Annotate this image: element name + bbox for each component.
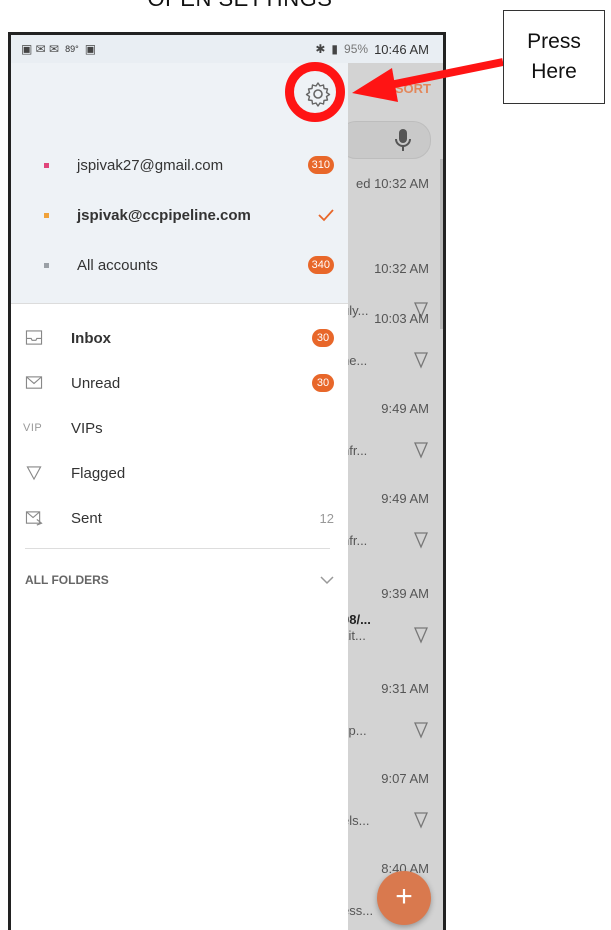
mail-row[interactable]: 9:07 AM els... — [342, 763, 443, 853]
envelope-icon — [25, 376, 43, 389]
account-color-dot — [44, 262, 49, 268]
phone-screen: ▣ ✉ ✉ 89° ▣ ✱ ▮ 95% 10:46 AM SORT ed 10:… — [8, 32, 446, 930]
folder-label: Flagged — [71, 464, 126, 482]
battery-level: 95% — [344, 42, 369, 56]
folder-label: VIPs — [71, 419, 103, 437]
status-left: ▣ ✉ ✉ 89° ▣ — [21, 42, 96, 56]
mail-time: 9:49 AM — [381, 491, 429, 506]
mail-row[interactable]: 9:31 AM sp... — [342, 673, 443, 763]
unread-badge: 340 — [307, 256, 334, 274]
notification-icons: ▣ ✉ ✉ — [21, 42, 60, 56]
temperature: 89° — [65, 44, 79, 54]
flag-icon[interactable] — [413, 626, 429, 644]
account-color-dot — [44, 162, 49, 168]
bluetooth-icon: ✱ — [315, 42, 326, 56]
folder-count: 12 — [319, 510, 334, 526]
highlight-ring — [285, 62, 345, 122]
mail-row[interactable]: 10:03 AM he... — [342, 303, 443, 393]
account-label: jspivak27@gmail.com — [77, 156, 224, 174]
unread-badge: 30 — [312, 374, 334, 392]
status-bar: ▣ ✉ ✉ 89° ▣ ✱ ▮ 95% 10:46 AM — [11, 35, 443, 63]
folder-item-flagged[interactable]: Flagged — [11, 453, 348, 493]
account-label: All accounts — [77, 256, 158, 274]
mail-time: 9:39 AM — [381, 586, 429, 601]
mail-time: 10:03 AM — [374, 311, 429, 326]
inbox-icon — [25, 330, 43, 345]
account-item[interactable]: All accounts 340 — [11, 245, 348, 285]
folder-label: Unread — [71, 374, 121, 392]
all-folders-label[interactable]: ALL FOLDERS — [25, 573, 109, 587]
folder-item-sent[interactable]: Sent 12 — [11, 498, 348, 538]
account-label: jspivak@ccpipeline.com — [77, 206, 251, 224]
mail-row[interactable]: 9:39 AM 08/... xit... — [342, 578, 443, 668]
compose-button[interactable]: + — [377, 871, 431, 925]
status-right: ✱ ▮ 95% 10:46 AM — [315, 42, 429, 57]
mail-time: ed 10:32 AM — [356, 176, 429, 191]
folder-label: Inbox — [71, 329, 111, 347]
mail-time: 10:32 AM — [374, 261, 429, 276]
flag-icon[interactable] — [413, 441, 429, 459]
check-icon — [318, 209, 334, 222]
unread-badge: 30 — [312, 329, 334, 347]
folders-divider — [25, 548, 330, 549]
signal-icon: ▮ — [331, 42, 339, 56]
folder-label: Sent — [71, 509, 102, 527]
mail-time: 9:07 AM — [381, 771, 429, 786]
flag-icon[interactable] — [413, 351, 429, 369]
flag-icon[interactable] — [413, 531, 429, 549]
folder-item-inbox[interactable]: Inbox 30 — [11, 318, 348, 358]
folder-item-vips[interactable]: VIP VIPs — [11, 408, 348, 448]
mail-row[interactable]: ed 10:32 AM — [348, 168, 443, 258]
flag-icon[interactable] — [413, 721, 429, 739]
mail-time: 9:31 AM — [381, 681, 429, 696]
activity-icon: ▣ — [84, 42, 97, 56]
account-color-dot — [44, 212, 49, 218]
mail-row[interactable]: 9:49 AM nfr... — [342, 483, 443, 573]
unread-badge: 310 — [307, 156, 334, 174]
mail-time: 9:49 AM — [381, 401, 429, 416]
flag-icon — [26, 466, 42, 481]
vip-icon: VIP — [23, 422, 43, 434]
mail-row[interactable]: 9:49 AM nfr... — [342, 393, 443, 483]
flag-icon[interactable] — [413, 811, 429, 829]
mail-list-background: SORT ed 10:32 AM 10:32 AM uly... 10:03 AM he… — [338, 63, 443, 930]
chevron-down-icon[interactable] — [320, 575, 334, 585]
navigation-drawer: jspivak27@gmail.com 310 jspivak@ccpipeline… — [11, 63, 348, 930]
sent-icon — [25, 511, 43, 526]
mic-icon[interactable] — [392, 128, 414, 152]
clock: 10:46 AM — [374, 41, 429, 57]
callout-box: Press Here — [503, 10, 605, 104]
folder-item-unread[interactable]: Unread 30 — [11, 363, 348, 403]
account-item[interactable]: jspivak@ccpipeline.com — [11, 195, 348, 235]
search-bar[interactable] — [338, 121, 431, 159]
account-item[interactable]: jspivak27@gmail.com 310 — [11, 145, 348, 185]
instruction-caption: OPEN SETTINGS — [0, 0, 480, 12]
sort-button[interactable]: SORT — [395, 81, 431, 96]
callout-text: Press Here — [527, 30, 581, 83]
